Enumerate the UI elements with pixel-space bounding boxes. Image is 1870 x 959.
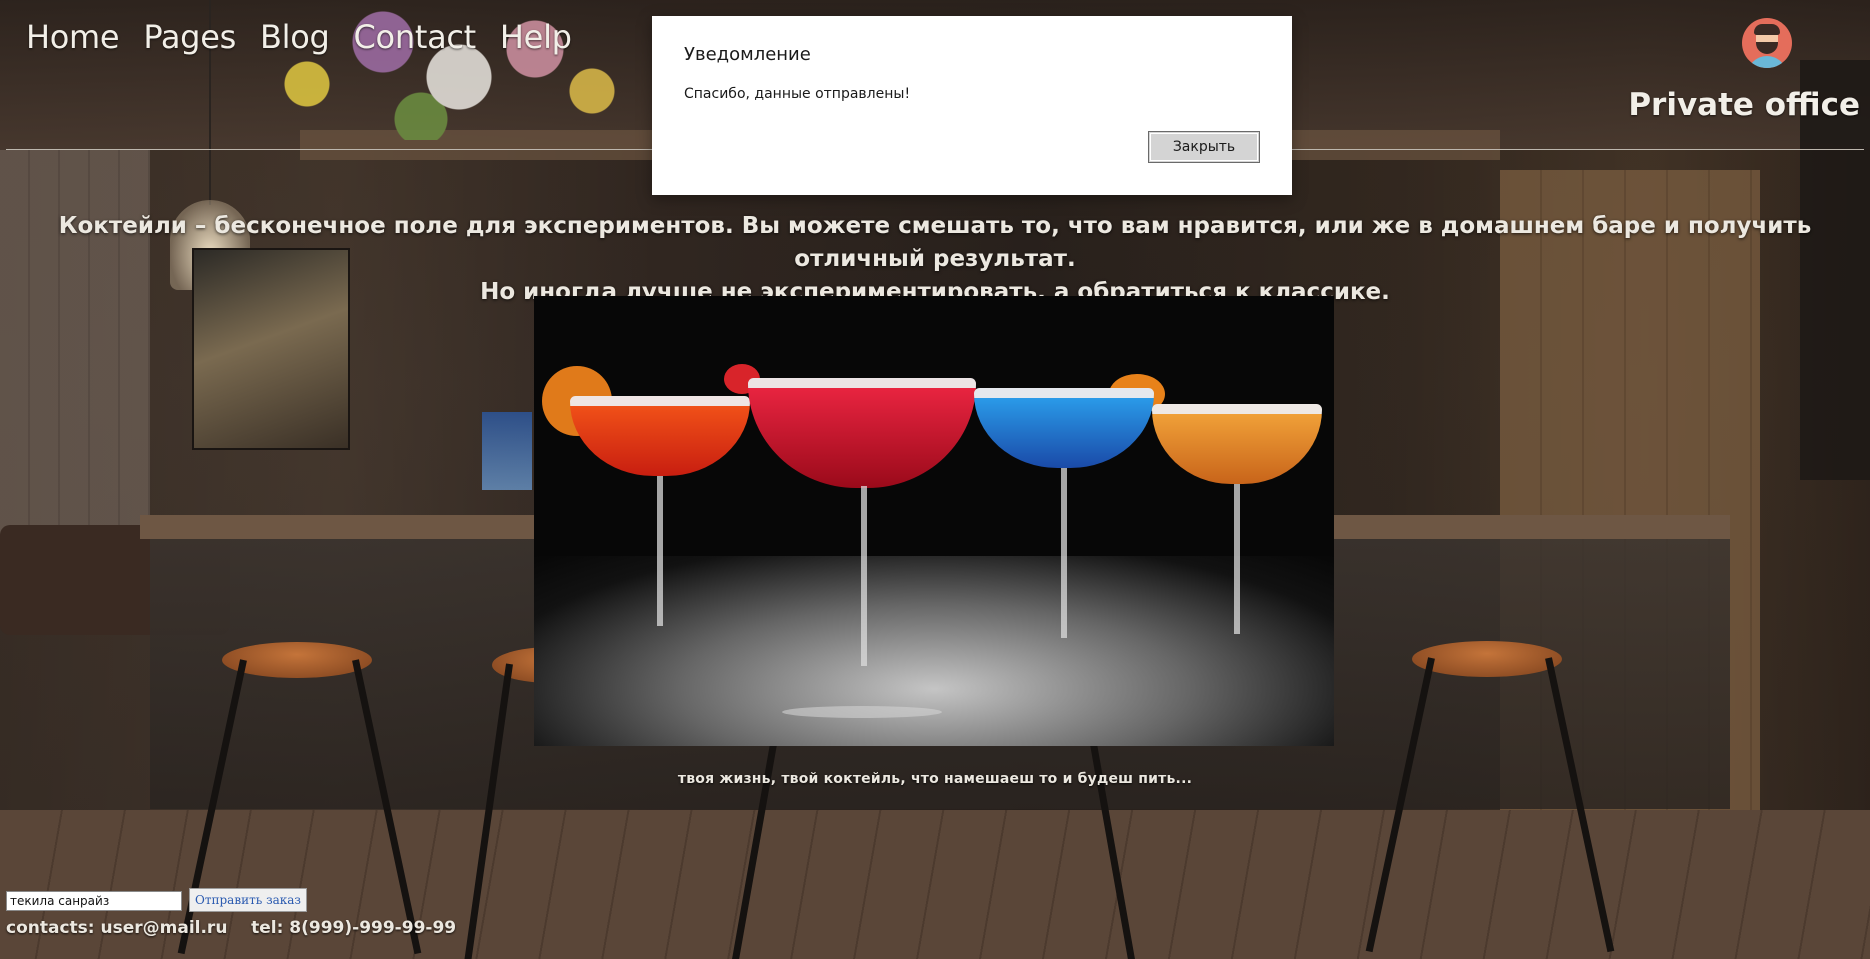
nav-help[interactable]: Help — [500, 18, 572, 56]
dialog-message: Спасибо, данные отправлены! — [684, 86, 911, 102]
photo-glass-stem — [861, 486, 867, 666]
order-input[interactable] — [6, 891, 182, 911]
private-office-link[interactable]: Private office — [1628, 87, 1860, 123]
cocktail-photo — [534, 296, 1334, 746]
intro-line-1: Коктейли – бесконечное поле для эксперим… — [58, 213, 1812, 272]
avatar-body — [1747, 56, 1787, 68]
photo-glass-stem — [657, 476, 663, 626]
photo-glass-orange — [1152, 404, 1322, 484]
avatar-hair — [1754, 24, 1780, 35]
photo-smoke — [534, 556, 1334, 746]
nav-home[interactable]: Home — [26, 18, 120, 56]
photo-caption: твоя жизнь, твой коктейль, что намешаеш … — [677, 771, 1193, 787]
photo-glass-red-orange — [570, 396, 750, 476]
bg-fishtank — [482, 412, 532, 490]
dialog-close-button[interactable]: Закрыть — [1148, 131, 1260, 163]
dialog-title: Уведомление — [684, 44, 811, 65]
nav-blog[interactable]: Blog — [260, 18, 330, 56]
contacts-footer: contacts: user@mail.ru tel: 8(999)-999-9… — [6, 918, 457, 938]
photo-glass-base — [782, 706, 942, 718]
intro-text: Коктейли – бесконечное поле для эксперим… — [0, 210, 1870, 309]
photo-glass-stem — [1061, 468, 1067, 638]
photo-glass-blue — [974, 388, 1154, 468]
user-avatar-icon[interactable] — [1742, 18, 1792, 68]
avatar-beard — [1756, 42, 1778, 54]
submit-order-button[interactable]: Отправить заказ — [189, 888, 307, 912]
photo-glass-stem — [1234, 484, 1240, 634]
photo-glass-red — [748, 378, 976, 488]
notification-dialog: Уведомление Спасибо, данные отправлены! … — [652, 16, 1292, 195]
nav-pages[interactable]: Pages — [143, 18, 236, 56]
nav-contact[interactable]: Contact — [354, 18, 477, 56]
main-nav: Home Pages Blog Contact Help — [26, 18, 572, 56]
